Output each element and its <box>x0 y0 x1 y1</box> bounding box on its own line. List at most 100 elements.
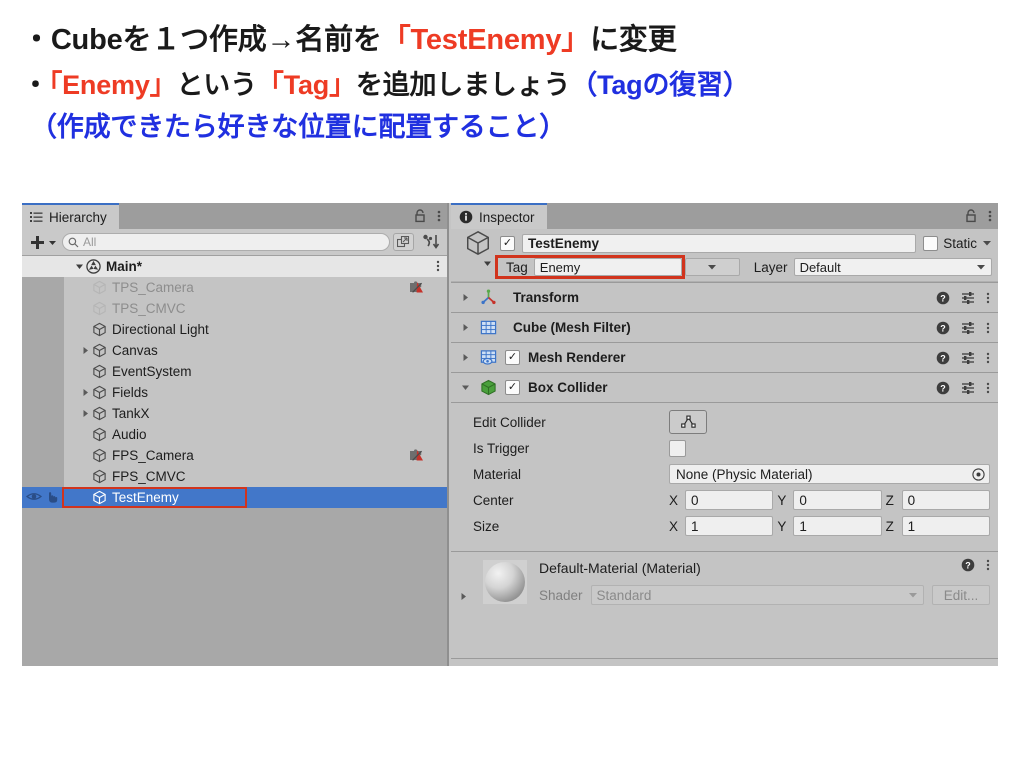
shader-dropdown[interactable]: Standard <box>590 585 924 605</box>
hierarchy-row-eventsystem[interactable]: EventSystem <box>22 361 447 382</box>
component-row-icons: ? <box>936 373 990 403</box>
preset-sliders-icon[interactable] <box>961 381 975 395</box>
triangle-right-icon[interactable] <box>78 388 92 397</box>
kebab-menu-icon[interactable] <box>986 381 990 395</box>
prop-is-trigger: Is Trigger <box>451 435 998 461</box>
component-row-box-collider[interactable]: ✓ Box Collider ? <box>451 372 998 402</box>
lock-icon[interactable] <box>965 209 977 223</box>
gameobject-cube-icon <box>92 427 107 442</box>
hierarchy-row-label: EventSystem <box>112 364 192 379</box>
svg-text:?: ? <box>940 354 946 364</box>
center-z-input[interactable]: 0 <box>901 490 990 510</box>
row-gutter <box>22 277 64 298</box>
triangle-right-icon[interactable] <box>459 293 472 302</box>
hierarchy-row-testenemy[interactable]: TestEnemy <box>22 487 447 508</box>
center-z-axis-label: Z <box>885 492 894 508</box>
center-y-input[interactable]: 0 <box>793 490 882 510</box>
svg-text:?: ? <box>940 384 946 394</box>
mesh-filter-grid-icon <box>480 319 497 336</box>
kebab-menu-icon[interactable] <box>988 209 992 223</box>
triangle-right-icon[interactable] <box>459 592 468 601</box>
component-row-mesh-filter[interactable]: Cube (Mesh Filter) ? <box>451 312 998 342</box>
pick-hand-icon[interactable] <box>46 490 58 503</box>
size-x-input[interactable]: 1 <box>685 516 774 536</box>
box-collider-enabled-checkbox[interactable]: ✓ <box>505 380 520 395</box>
row-body: TestEnemy <box>92 487 179 508</box>
tag-dropdown-button[interactable] <box>684 258 740 276</box>
size-z-input[interactable]: 1 <box>901 516 990 536</box>
kebab-menu-icon[interactable] <box>986 291 990 305</box>
component-row-transform[interactable]: Transform ? <box>451 282 998 312</box>
triangle-right-icon[interactable] <box>78 409 92 418</box>
center-x-input[interactable]: 0 <box>685 490 774 510</box>
hierarchy-row-tankx[interactable]: TankX <box>22 403 447 424</box>
gameobject-icon-dropdown-arrow[interactable] <box>483 259 492 268</box>
add-gameobject-button[interactable] <box>26 234 57 251</box>
size-y-input[interactable]: 1 <box>793 516 882 536</box>
kebab-menu-icon[interactable] <box>986 351 990 365</box>
edit-collider-button[interactable] <box>669 410 707 434</box>
component-row-mesh-renderer[interactable]: ✓ Mesh Renderer ? <box>451 342 998 372</box>
expand-window-icon[interactable] <box>393 233 414 251</box>
help-icon[interactable]: ? <box>936 321 950 335</box>
tag-dropdown-value[interactable]: Enemy <box>533 258 682 276</box>
component-title: Box Collider <box>528 380 608 395</box>
gameobject-name-row: ✓ TestEnemy Static <box>463 230 992 256</box>
kebab-menu-icon[interactable] <box>986 558 990 572</box>
gameobject-enabled-checkbox[interactable]: ✓ <box>500 235 515 251</box>
heading-line-1-seg3: に変更 <box>590 24 677 56</box>
material-object-field[interactable]: None (Physic Material) <box>669 464 990 484</box>
hierarchy-search-input[interactable]: All <box>62 233 390 251</box>
triangle-right-icon[interactable] <box>459 353 472 362</box>
search-icon <box>68 237 79 248</box>
visibility-and-pick-toggles[interactable] <box>26 490 58 503</box>
shader-edit-button[interactable]: Edit... <box>932 585 990 605</box>
preset-sliders-icon[interactable] <box>961 351 975 365</box>
help-icon[interactable]: ? <box>936 351 950 365</box>
kebab-menu-icon[interactable] <box>437 209 441 223</box>
mesh-renderer-enabled-checkbox[interactable]: ✓ <box>505 350 520 365</box>
hierarchy-tree[interactable]: Main* TPS_Camera TPS_CMVC Directional Li… <box>22 256 447 665</box>
help-icon[interactable]: ? <box>961 558 975 572</box>
gameobject-cube-icon <box>92 448 107 463</box>
hierarchy-row-fps-camera[interactable]: FPS_Camera <box>22 445 447 466</box>
row-body: TPS_Camera <box>92 277 194 298</box>
tab-inspector[interactable]: Inspector <box>451 203 547 229</box>
gameobject-name-input[interactable]: TestEnemy <box>522 233 917 253</box>
help-icon[interactable]: ? <box>936 381 950 395</box>
hierarchy-row-audio[interactable]: Audio <box>22 424 447 445</box>
hierarchy-row-fps-cmvc[interactable]: FPS_CMVC <box>22 466 447 487</box>
row-body: Canvas <box>78 340 158 361</box>
component-title: Transform <box>513 290 580 305</box>
layer-dropdown[interactable]: Default <box>793 258 992 276</box>
row-gutter <box>22 340 64 361</box>
object-picker-icon[interactable] <box>972 467 985 481</box>
tab-hierarchy[interactable]: Hierarchy <box>22 203 119 229</box>
hierarchy-row-main[interactable]: Main* <box>22 256 447 277</box>
static-checkbox[interactable] <box>923 235 939 251</box>
static-toggle-group: Static <box>923 235 992 251</box>
hierarchy-row-tps-camera[interactable]: TPS_Camera <box>22 277 447 298</box>
heading-line-2-seg2: という <box>176 70 257 100</box>
hierarchy-row-label: TPS_Camera <box>112 280 194 295</box>
hierarchy-row-fields[interactable]: Fields <box>22 382 447 403</box>
preset-sliders-icon[interactable] <box>961 291 975 305</box>
is-trigger-checkbox[interactable] <box>669 439 686 457</box>
sort-alpha-icon[interactable] <box>419 234 443 251</box>
hierarchy-row-tps-cmvc[interactable]: TPS_CMVC <box>22 298 447 319</box>
triangle-right-icon[interactable] <box>78 346 92 355</box>
triangle-right-icon[interactable] <box>459 323 472 332</box>
row-body: Main* <box>72 256 142 277</box>
preset-sliders-icon[interactable] <box>961 321 975 335</box>
hierarchy-row-directional-light[interactable]: Directional Light <box>22 319 447 340</box>
eye-visibility-icon[interactable] <box>26 491 42 502</box>
triangle-down-icon[interactable] <box>459 383 472 392</box>
kebab-menu-icon[interactable] <box>986 321 990 335</box>
hierarchy-row-label: FPS_CMVC <box>112 469 186 484</box>
lock-icon[interactable] <box>414 209 426 223</box>
triangle-down-icon[interactable] <box>72 262 86 271</box>
chevron-down-icon[interactable] <box>982 238 992 248</box>
help-icon[interactable]: ? <box>936 291 950 305</box>
hierarchy-row-canvas[interactable]: Canvas <box>22 340 447 361</box>
kebab-menu-icon[interactable] <box>436 259 440 273</box>
